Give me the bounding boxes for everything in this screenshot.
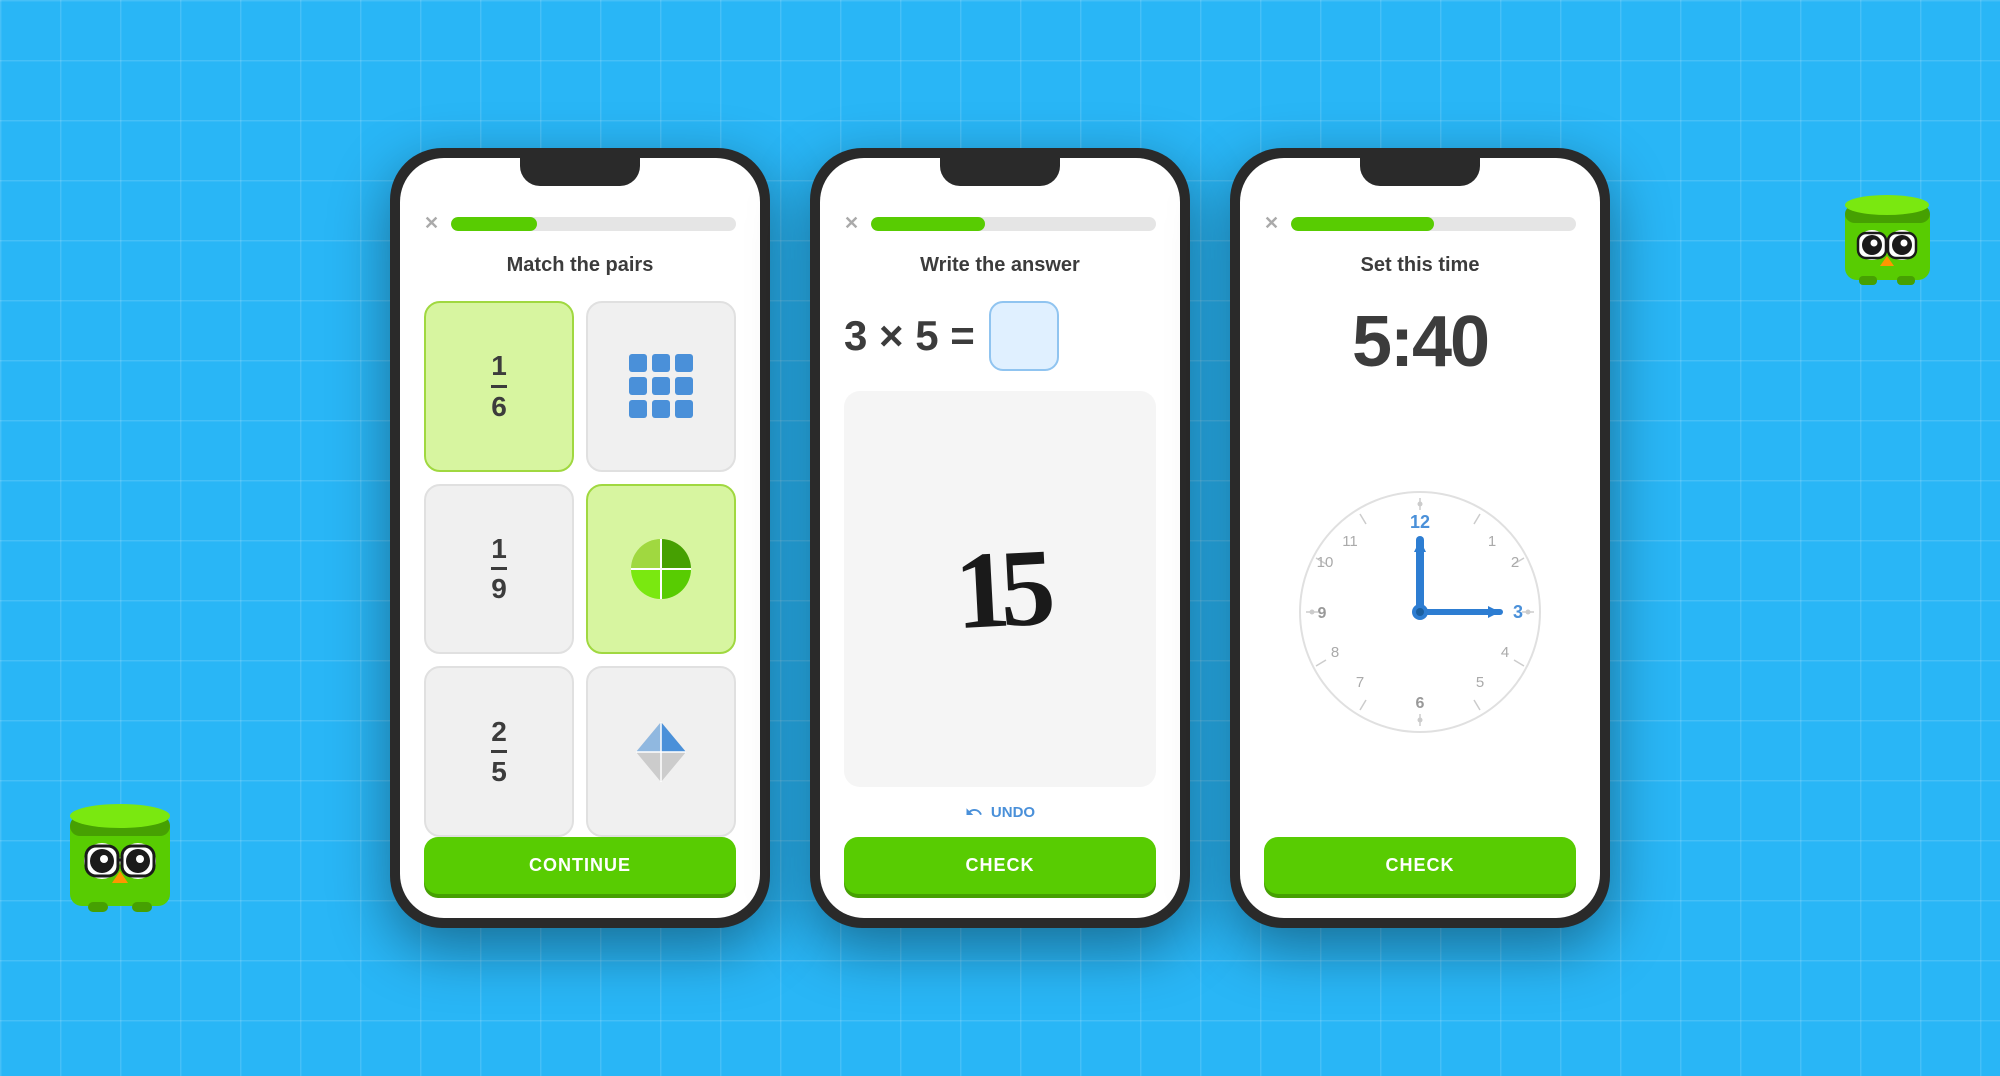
- svg-text:5: 5: [1476, 674, 1484, 691]
- svg-text:4: 4: [1501, 644, 1509, 661]
- close-button-2[interactable]: ✕: [844, 213, 859, 234]
- pie-icon: [626, 534, 696, 604]
- instruction-3: Set this time: [1264, 254, 1576, 277]
- progress-bar-2: [871, 217, 1156, 231]
- progress-fill-3: [1291, 217, 1433, 231]
- svg-text:8: 8: [1331, 644, 1339, 661]
- pair-card-grid[interactable]: [586, 301, 736, 472]
- top-bar-1: ✕: [424, 213, 736, 234]
- notch-3: [1360, 158, 1480, 186]
- instruction-1: Match the pairs: [424, 254, 736, 277]
- handwritten-answer: 15: [952, 523, 1049, 655]
- svg-text:10: 10: [1317, 554, 1334, 571]
- equation-row: 3 × 5 =: [844, 301, 1156, 371]
- grid-dots-icon: [629, 354, 693, 418]
- svg-text:11: 11: [1342, 533, 1358, 550]
- undo-icon: [965, 803, 983, 821]
- pair-card-2-5[interactable]: 2 5: [424, 666, 574, 837]
- pairs-grid: 1 6: [424, 301, 736, 837]
- pair-card-kite[interactable]: [586, 666, 736, 837]
- kite-icon: [626, 717, 696, 787]
- undo-row[interactable]: UNDO: [844, 803, 1156, 821]
- check-button-3[interactable]: CHECK: [1264, 837, 1576, 894]
- progress-fill-2: [871, 217, 985, 231]
- check-button-2[interactable]: CHECK: [844, 837, 1156, 894]
- owl-cube-left: [60, 786, 190, 916]
- continue-button[interactable]: CONTinUe: [424, 837, 736, 894]
- answer-box[interactable]: [989, 301, 1059, 371]
- fraction-2-5: 2 5: [491, 715, 507, 789]
- clock-face[interactable]: 12 3 6 9 1 2 4 5 7 8 10 11: [1290, 482, 1550, 742]
- svg-text:9: 9: [1318, 605, 1327, 622]
- progress-bar-3: [1291, 217, 1576, 231]
- notch-1: [520, 158, 640, 186]
- svg-text:6: 6: [1416, 695, 1425, 712]
- pair-card-1-6[interactable]: 1 6: [424, 301, 574, 472]
- svg-text:3: 3: [1513, 602, 1523, 622]
- svg-text:7: 7: [1356, 674, 1364, 691]
- undo-label: UNDO: [991, 804, 1035, 821]
- phone-2: ✕ Write the answer 3 × 5 = 15: [810, 148, 1190, 928]
- progress-bar-1: [451, 217, 736, 231]
- close-button-1[interactable]: ✕: [424, 213, 439, 234]
- cube-right: [1835, 180, 1945, 290]
- close-button-3[interactable]: ✕: [1264, 213, 1279, 234]
- clock-svg: 12 3 6 9 1 2 4 5 7 8 10 11: [1290, 482, 1550, 742]
- phone-3: ✕ Set this time 5:40: [1230, 148, 1610, 928]
- svg-text:1: 1: [1488, 533, 1496, 550]
- fraction-1-9: 1 9: [491, 532, 507, 606]
- top-bar-2: ✕: [844, 213, 1156, 234]
- drawing-area[interactable]: 15: [844, 391, 1156, 787]
- progress-fill-1: [451, 217, 536, 231]
- svg-text:2: 2: [1511, 554, 1519, 571]
- notch-2: [940, 158, 1060, 186]
- phone-1: ✕ Match the pairs 1 6: [390, 148, 770, 928]
- pair-card-1-9[interactable]: 1 9: [424, 484, 574, 655]
- equation-text: 3 × 5 =: [844, 312, 975, 360]
- instruction-2: Write the answer: [844, 254, 1156, 277]
- top-bar-3: ✕: [1264, 213, 1576, 234]
- phones-container: ✕ Match the pairs 1 6: [390, 148, 1610, 928]
- svg-text:12: 12: [1410, 512, 1430, 532]
- fraction-1-6: 1 6: [491, 349, 507, 423]
- pair-card-pie[interactable]: [586, 484, 736, 655]
- clock-container: 12 3 6 9 1 2 4 5 7 8 10 11: [1264, 403, 1576, 821]
- time-display: 5:40: [1264, 301, 1576, 383]
